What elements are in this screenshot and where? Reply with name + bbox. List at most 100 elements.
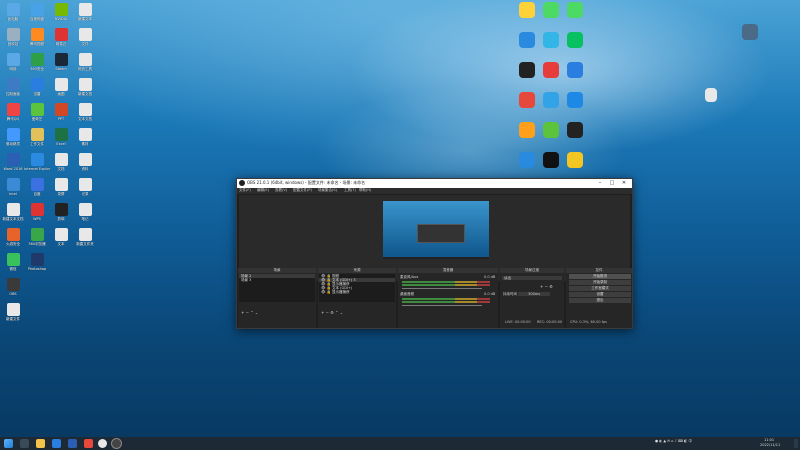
desktop-shortcut-icon[interactable] <box>543 62 559 78</box>
app-icon[interactable] <box>68 439 77 448</box>
desktop-shortcut-icon[interactable] <box>543 2 559 18</box>
exit-button[interactable]: 退出 <box>569 298 631 303</box>
desktop-shortcut[interactable]: Word 2016 <box>0 153 26 171</box>
scene-controls-icon[interactable]: + − ⌃ ⌄ <box>241 310 258 315</box>
desktop-shortcut[interactable]: 新建文件 <box>0 303 26 321</box>
obs-taskbar-icon[interactable] <box>112 439 121 448</box>
desktop-shortcut[interactable]: 文件 <box>72 28 98 46</box>
desktop-shortcut[interactable]: 新建文本文档 <box>0 203 26 221</box>
desktop-shortcut[interactable]: 资料 <box>72 153 98 171</box>
menu-profile[interactable]: 配置文件(P) <box>293 188 312 193</box>
desktop-shortcut[interactable]: 爱奇艺 <box>24 103 50 121</box>
desktop-shortcut-icon[interactable] <box>567 152 583 168</box>
desktop-shortcut-icon[interactable] <box>543 32 559 48</box>
desktop-shortcut-icon[interactable] <box>519 62 535 78</box>
transition-select[interactable]: 淡出 <box>502 276 562 280</box>
desktop-shortcut[interactable]: 百度 <box>24 178 50 196</box>
desktop-shortcut[interactable]: Photoshop <box>24 253 50 271</box>
source-item[interactable]: 👁 🔒 显示器捕获 <box>319 290 395 294</box>
clock-date[interactable]: 2022/11/11 <box>760 443 780 447</box>
folder-icon[interactable] <box>36 439 45 448</box>
desktop-shortcut[interactable]: 网易云 <box>48 28 74 46</box>
menu-edit[interactable]: 编辑(E) <box>257 188 269 193</box>
close-icon[interactable]: ✕ <box>619 180 629 186</box>
file-icon[interactable] <box>705 88 717 102</box>
desktop-shortcut[interactable]: 360浏览器 <box>24 228 50 246</box>
start-streaming-button[interactable]: 开始推流 <box>569 274 631 279</box>
desktop-shortcut[interactable]: 文本 <box>48 228 74 246</box>
desktop-shortcut-icon[interactable] <box>543 92 559 108</box>
desktop-shortcut[interactable]: 新建文本 <box>72 3 98 21</box>
desktop-shortcut[interactable]: OBS <box>0 278 26 296</box>
studio-mode-button[interactable]: 工作室模式 <box>569 286 631 291</box>
desktop-shortcut[interactable]: 驱动精灵 <box>0 128 26 146</box>
search-icon[interactable] <box>20 439 29 448</box>
volume-slider[interactable] <box>402 288 482 289</box>
desktop-shortcut[interactable]: 笔记 <box>72 203 98 221</box>
desktop-shortcut[interactable]: 百度网盘 <box>24 3 50 21</box>
settings-button[interactable]: 设置 <box>569 292 631 297</box>
desktop-shortcut[interactable]: Excel <box>48 128 74 146</box>
desktop-shortcut[interactable]: 工作文件 <box>24 128 50 146</box>
obs-window[interactable]: OBS 21.0.1 (64bit, windows) - 配置文件: 未命名 … <box>236 178 633 329</box>
desktop-shortcut[interactable]: NVIDIA <box>48 3 74 21</box>
desktop-shortcut[interactable]: 记录 <box>72 178 98 196</box>
desktop-shortcut[interactable]: 360安全 <box>24 53 50 71</box>
desktop-shortcut[interactable]: 网络 <box>0 53 26 71</box>
recycle-badge-icon[interactable] <box>742 24 758 40</box>
desktop-shortcut-icon[interactable] <box>567 122 583 138</box>
chrome-icon[interactable] <box>98 439 107 448</box>
desktop-shortcut[interactable]: 微信 <box>0 253 26 271</box>
desktop-shortcut[interactable]: PPT <box>48 103 74 121</box>
desktop-shortcut[interactable]: 剪映 <box>48 203 74 221</box>
start-recording-button[interactable]: 开始录制 <box>569 280 631 285</box>
desktop-shortcut[interactable]: Intel <box>0 178 26 196</box>
desktop-shortcut-icon[interactable] <box>519 152 535 168</box>
menu-help[interactable]: 帮助(H) <box>359 188 371 193</box>
desktop-shortcut-icon[interactable] <box>543 152 559 168</box>
desktop-shortcut[interactable]: 此电脑 <box>0 3 26 21</box>
desktop-shortcut-icon[interactable] <box>519 2 535 18</box>
duration-input[interactable]: 300ms <box>518 292 551 296</box>
browser-icon[interactable] <box>84 439 93 448</box>
desktop-shortcut[interactable]: Steam <box>48 53 74 71</box>
show-desktop[interactable] <box>794 439 798 448</box>
menu-view[interactable]: 查看(V) <box>275 188 287 193</box>
desktop-shortcut[interactable]: 新建文档 <box>72 78 98 96</box>
desktop-shortcut[interactable]: 文本文档 <box>72 103 98 121</box>
desktop-shortcut-icon[interactable] <box>519 32 535 48</box>
desktop-shortcut[interactable]: 录屏 <box>48 178 74 196</box>
transition-controls-icon[interactable]: + − ⚙ <box>540 284 553 289</box>
menu-scene-collection[interactable]: 场景集合(S) <box>318 188 337 193</box>
store-icon[interactable] <box>52 439 61 448</box>
clock-time[interactable]: 11:01 <box>764 438 774 442</box>
start-icon[interactable] <box>4 439 13 448</box>
volume-slider[interactable] <box>402 305 482 306</box>
menu-file[interactable]: 文件(F) <box>239 188 251 193</box>
source-controls-icon[interactable]: + − ⚙ ⌃ ⌄ <box>321 310 343 315</box>
minimize-icon[interactable]: – <box>595 180 605 186</box>
desktop-shortcut[interactable]: 腾讯QQ <box>0 103 26 121</box>
desktop-shortcut[interactable]: 新建文件夹 <box>72 228 98 246</box>
desktop-shortcut[interactable]: 腾讯视频 <box>24 28 50 46</box>
desktop-shortcut[interactable]: Internet Explorer <box>24 153 50 171</box>
desktop-shortcut[interactable]: 控制面板 <box>0 78 26 96</box>
desktop-shortcut[interactable]: 网页工具 <box>72 53 98 71</box>
desktop-shortcut-icon[interactable] <box>519 92 535 108</box>
maximize-icon[interactable]: □ <box>607 180 617 186</box>
tray-icons[interactable]: ● ◐ ▲ ✉ ⌂ ♪ ⌨ ◧ 中 <box>655 439 692 444</box>
desktop-shortcut-icon[interactable] <box>567 2 583 18</box>
desktop-shortcut[interactable]: 火绒安全 <box>0 228 26 246</box>
desktop-shortcut-icon[interactable] <box>567 62 583 78</box>
scene-item[interactable]: 场景 3 <box>239 278 315 282</box>
desktop-shortcut[interactable]: 素材 <box>72 128 98 146</box>
desktop-shortcut[interactable]: 回收站 <box>0 28 26 46</box>
desktop-shortcut-icon[interactable] <box>567 92 583 108</box>
desktop-shortcut-icon[interactable] <box>567 32 583 48</box>
menu-tools[interactable]: 工具(T) <box>344 188 356 193</box>
desktop-shortcut-icon[interactable] <box>519 122 535 138</box>
desktop-shortcut-icon[interactable] <box>543 122 559 138</box>
desktop-shortcut[interactable]: 文档 <box>48 153 74 171</box>
desktop-shortcut[interactable]: WPS <box>24 203 50 221</box>
desktop-shortcut[interactable]: 画图 <box>48 78 74 96</box>
